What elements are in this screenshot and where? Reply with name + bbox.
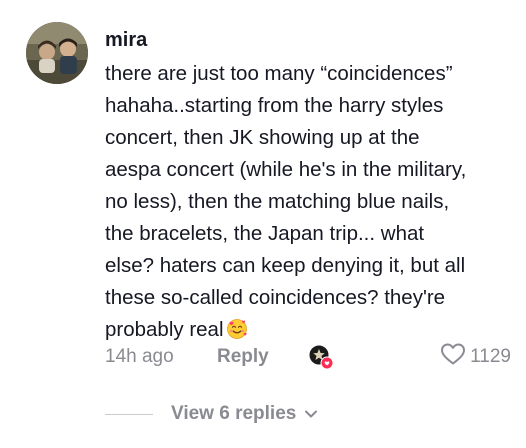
view-replies-row: View 6 replies [105, 399, 318, 429]
comment-line: the bracelets, the Japan trip... what [105, 222, 425, 245]
comment-line: aespa concert (while he's in the militar… [105, 158, 467, 181]
view-replies-button[interactable]: View 6 replies [171, 403, 318, 425]
reply-button[interactable]: Reply [217, 346, 307, 368]
comment-text: there are just too many “coincidences” h… [105, 58, 510, 346]
creator-liked-icon [307, 343, 335, 371]
divider [105, 413, 153, 415]
chevron-down-icon [304, 403, 318, 425]
comment-line: there are just too many “coincidences” [105, 62, 453, 85]
comment-line: hahaha..starting from the harry styles [105, 94, 444, 117]
comment-actions: 14h ago Reply 1129 [105, 340, 511, 374]
view-replies-label: View 6 replies [171, 403, 297, 424]
like-count: 1129 [470, 345, 511, 367]
comment-line: concert, then JK showing up at the [105, 126, 420, 149]
comment-line: these so-called coincidences? they're [105, 286, 446, 309]
comment-item: mira there are just too many “coincidenc… [0, 0, 526, 448]
smiling-face-with-hearts-icon [226, 318, 248, 340]
comment-content: mira there are just too many “coincidenc… [105, 26, 510, 346]
timestamp: 14h ago [105, 346, 174, 367]
comment-line: no less), then the matching blue nails, [105, 190, 450, 213]
like-button[interactable]: 1129 [440, 342, 511, 371]
comment-line: probably real [105, 318, 224, 341]
heart-icon [440, 342, 466, 371]
avatar[interactable] [26, 22, 88, 84]
comment-line: else? haters can keep denying it, but al… [105, 254, 466, 277]
username[interactable]: mira [105, 26, 510, 54]
